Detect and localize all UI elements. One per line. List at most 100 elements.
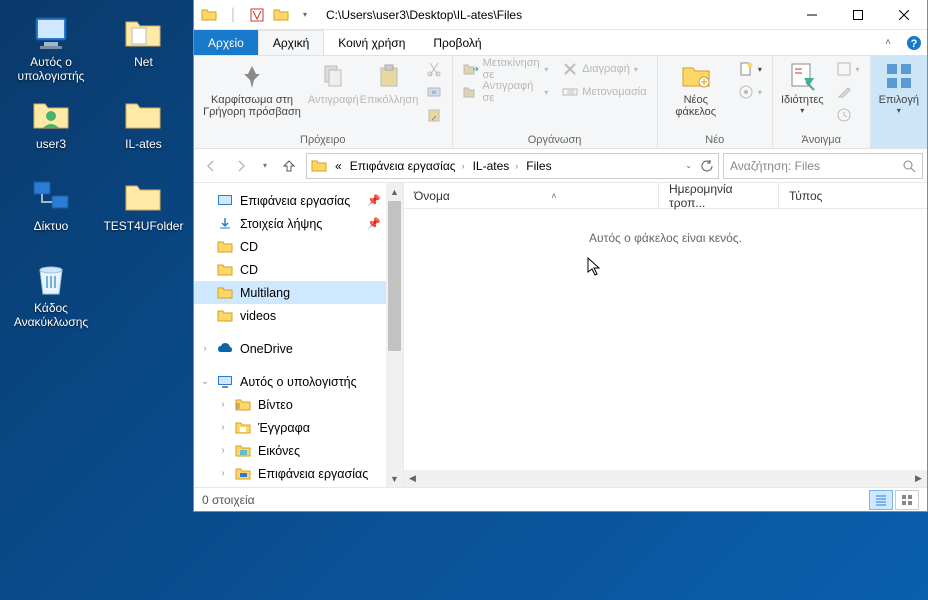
scroll-left-icon[interactable]: ◀ bbox=[404, 473, 421, 484]
easy-access-button[interactable]: ▾ bbox=[732, 81, 768, 103]
tree-item-this-pc[interactable]: ⌄Αυτός ο υπολογιστής bbox=[194, 370, 403, 393]
back-button[interactable] bbox=[198, 153, 224, 179]
tab-home[interactable]: Αρχική bbox=[258, 30, 324, 55]
tree-item-video[interactable]: ›Βίντεο bbox=[194, 393, 403, 416]
ribbon-collapse-button[interactable]: ˄ bbox=[875, 30, 901, 55]
minimize-button[interactable] bbox=[789, 0, 835, 29]
horizontal-scrollbar[interactable]: ◀ ▶ bbox=[404, 470, 927, 487]
quick-access-toolbar: | ▾ bbox=[194, 4, 320, 26]
desktop-icon-user3[interactable]: user3 bbox=[8, 90, 94, 172]
folder-qat-icon[interactable] bbox=[270, 4, 292, 26]
address-dropdown[interactable]: ⌄ bbox=[681, 154, 696, 178]
tab-share[interactable]: Κοινή χρήση bbox=[324, 30, 419, 55]
tree-item-multilang[interactable]: Multilang bbox=[194, 281, 403, 304]
copy-to-button[interactable]: Αντιγραφή σε▾ bbox=[457, 81, 555, 103]
details-view-button[interactable] bbox=[869, 490, 893, 510]
scroll-thumb[interactable] bbox=[388, 201, 401, 351]
expand-icon[interactable]: › bbox=[198, 343, 212, 354]
desktop-icon-this-pc[interactable]: Αυτός ο υπολογιστής bbox=[8, 8, 94, 90]
breadcrumb-ilates[interactable]: IL-ates› bbox=[469, 154, 523, 178]
desktop-icon-ilates[interactable]: IL-ates bbox=[100, 90, 186, 172]
rename-button[interactable]: abΜετονομασία bbox=[556, 81, 652, 103]
move-to-button[interactable]: Μετακίνηση σε▾ bbox=[457, 58, 555, 80]
copy-button[interactable]: Αντιγραφή bbox=[308, 58, 358, 108]
tab-view[interactable]: Προβολή bbox=[419, 30, 495, 55]
folder-icon bbox=[198, 4, 220, 26]
properties-qat-button[interactable] bbox=[246, 4, 268, 26]
search-box[interactable] bbox=[723, 153, 923, 179]
address-folder-icon[interactable] bbox=[307, 154, 331, 178]
cut-icon bbox=[426, 61, 442, 77]
tree-item-cd2[interactable]: CD bbox=[194, 258, 403, 281]
qat-dropdown[interactable]: ▾ bbox=[294, 4, 316, 26]
desktop-icon-test4u[interactable]: TEST4UFolder bbox=[100, 172, 186, 254]
titlebar[interactable]: | ▾ C:\Users\user3\Desktop\IL-ates\Files bbox=[194, 0, 927, 30]
column-header-name[interactable]: Όνομα˄ bbox=[404, 183, 659, 208]
close-button[interactable] bbox=[881, 0, 927, 29]
desktop-icon-net[interactable]: Net bbox=[100, 8, 186, 90]
tree-item-desktop-2[interactable]: ›Επιφάνεια εργασίας bbox=[194, 462, 403, 485]
scroll-down-icon[interactable]: ▼ bbox=[386, 470, 403, 487]
scroll-right-icon[interactable]: ▶ bbox=[910, 473, 927, 484]
pin-icon bbox=[236, 60, 268, 92]
sort-indicator-icon: ˄ bbox=[551, 191, 556, 201]
up-button[interactable] bbox=[276, 153, 302, 179]
paste-button[interactable]: Επικόλληση bbox=[360, 58, 417, 108]
paste-shortcut-button[interactable] bbox=[420, 104, 448, 126]
nav-scrollbar[interactable]: ▲ ▼ bbox=[386, 183, 403, 487]
desktop-icon-label: Δίκτυο bbox=[34, 220, 69, 234]
tree-item-onedrive[interactable]: ›OneDrive bbox=[194, 337, 403, 360]
properties-icon bbox=[786, 60, 818, 92]
refresh-button[interactable] bbox=[696, 154, 718, 178]
select-button[interactable]: Επιλογή▾ bbox=[875, 58, 923, 117]
properties-button[interactable]: Ιδιότητες▾ bbox=[777, 58, 828, 117]
open-button[interactable]: ▾ bbox=[830, 58, 866, 80]
address-bar[interactable]: « Επιφάνεια εργασίας› IL-ates› Files ⌄ bbox=[306, 153, 719, 179]
tree-item-desktop[interactable]: Επιφάνεια εργασίας📌 bbox=[194, 189, 403, 212]
tree-item-documents[interactable]: ›Έγγραφα bbox=[194, 416, 403, 439]
expand-icon[interactable]: › bbox=[216, 399, 230, 410]
tree-item-downloads[interactable]: Στοιχεία λήψης📌 bbox=[194, 212, 403, 235]
rename-icon: ab bbox=[562, 84, 578, 100]
video-folder-icon bbox=[234, 396, 252, 414]
breadcrumb-desktop[interactable]: Επιφάνεια εργασίας› bbox=[346, 154, 469, 178]
edit-button[interactable] bbox=[830, 81, 866, 103]
ribbon-group-open: Ιδιότητες▾ ▾ Άνοιγμα bbox=[773, 56, 871, 148]
recent-locations-button[interactable]: ▾ bbox=[258, 153, 272, 179]
column-header-date[interactable]: Ημερομηνία τροπ... bbox=[659, 183, 779, 208]
expand-icon[interactable]: › bbox=[216, 468, 230, 479]
tree-item-videos[interactable]: videos bbox=[194, 304, 403, 327]
desktop-icon-recycle[interactable]: Κάδος Ανακύκλωσης bbox=[8, 254, 94, 336]
breadcrumb-files[interactable]: Files bbox=[522, 154, 555, 178]
tree-item-cd1[interactable]: CD bbox=[194, 235, 403, 258]
pin-to-quick-access-button[interactable]: Καρφίτσωμα στη Γρήγορη πρόσβαση bbox=[198, 58, 306, 120]
easy-access-icon bbox=[738, 84, 754, 100]
maximize-button[interactable] bbox=[835, 0, 881, 29]
search-input[interactable] bbox=[730, 159, 902, 173]
new-item-button[interactable]: ▾ bbox=[732, 58, 768, 80]
select-icon bbox=[883, 60, 915, 92]
window-title: C:\Users\user3\Desktop\IL-ates\Files bbox=[320, 8, 789, 22]
collapse-icon[interactable]: ⌄ bbox=[198, 376, 212, 387]
desktop-icon-network[interactable]: Δίκτυο bbox=[8, 172, 94, 254]
delete-button[interactable]: Διαγραφή▾ bbox=[556, 58, 652, 80]
folder-icon bbox=[122, 176, 164, 218]
copy-path-button[interactable]: w bbox=[420, 81, 448, 103]
new-folder-button[interactable]: Νέος φάκελος bbox=[662, 58, 730, 120]
copy-path-icon: w bbox=[426, 84, 442, 100]
address-overflow[interactable]: « bbox=[331, 154, 346, 178]
cut-button[interactable] bbox=[420, 58, 448, 80]
expand-icon[interactable]: › bbox=[216, 445, 230, 456]
tree-item-pictures[interactable]: ›Εικόνες bbox=[194, 439, 403, 462]
forward-button[interactable] bbox=[228, 153, 254, 179]
ribbon-group-new: Νέος φάκελος ▾ ▾ Νέο bbox=[658, 56, 773, 148]
expand-icon[interactable]: › bbox=[216, 422, 230, 433]
edit-icon bbox=[836, 84, 852, 100]
navigation-pane: Επιφάνεια εργασίας📌 Στοιχεία λήψης📌 CD C… bbox=[194, 183, 404, 487]
icons-view-button[interactable] bbox=[895, 490, 919, 510]
tab-file[interactable]: Αρχείο bbox=[194, 30, 258, 55]
history-button[interactable] bbox=[830, 104, 866, 126]
column-header-type[interactable]: Τύπος bbox=[779, 183, 889, 208]
help-button[interactable]: ? bbox=[901, 30, 927, 55]
scroll-up-icon[interactable]: ▲ bbox=[386, 183, 403, 200]
